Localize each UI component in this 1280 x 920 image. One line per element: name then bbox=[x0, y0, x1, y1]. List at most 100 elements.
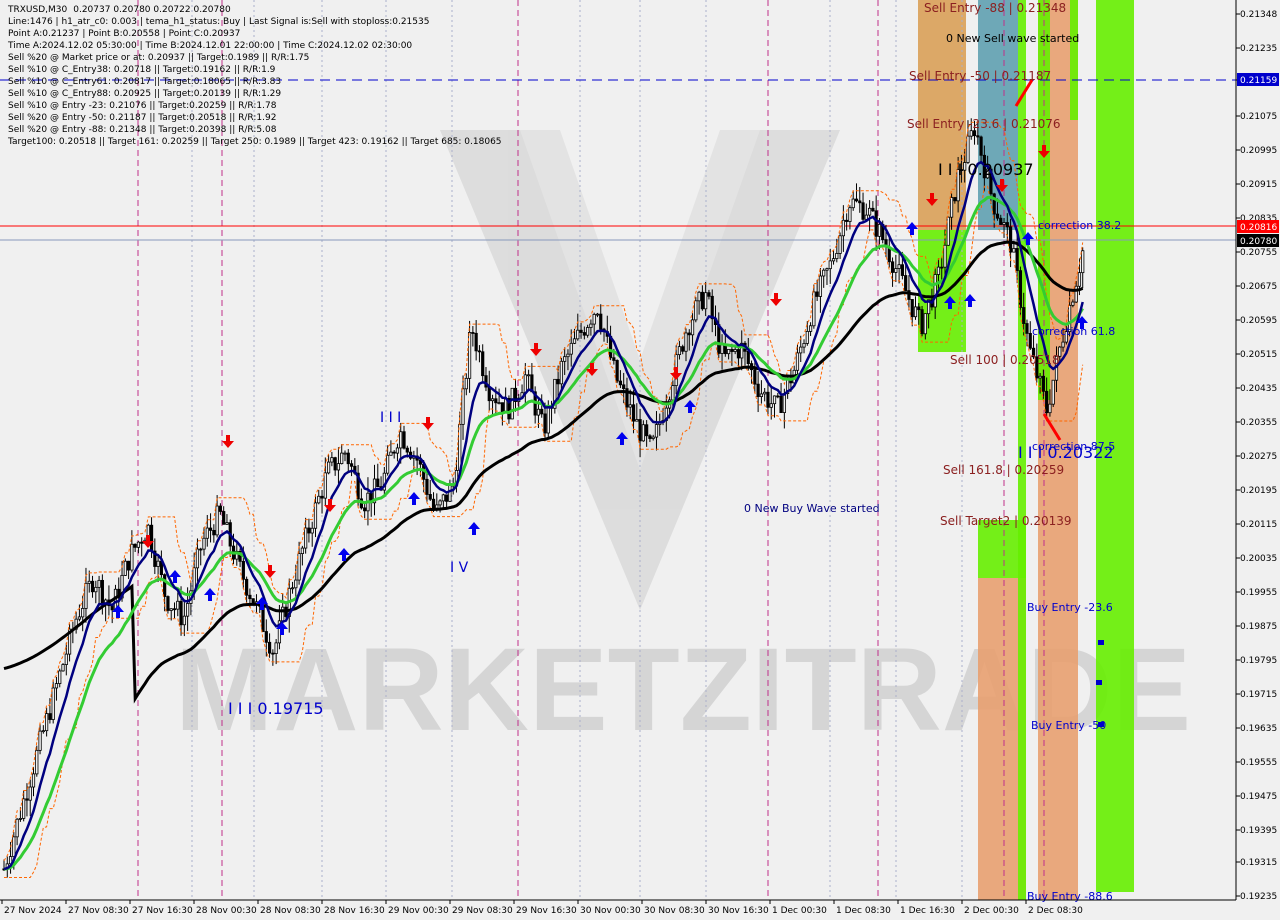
candle-body bbox=[176, 600, 180, 610]
info-line: Sell %20 @ Entry -88: 0.21348 || Target:… bbox=[8, 125, 277, 135]
info-line: Target100: 0.20518 || Target 161: 0.2025… bbox=[7, 137, 502, 147]
candle-body bbox=[845, 219, 849, 222]
candle-body bbox=[540, 408, 544, 415]
candle-body bbox=[474, 332, 478, 352]
x-tick-label: 1 Dec 16:30 bbox=[900, 906, 955, 916]
candle-body bbox=[349, 463, 354, 467]
candle-body bbox=[838, 235, 842, 254]
candle-body bbox=[730, 349, 734, 352]
candle-body bbox=[802, 343, 806, 348]
candle-body bbox=[363, 507, 367, 512]
candle-body bbox=[166, 596, 170, 611]
y-tick-label: 0.19635 bbox=[1240, 724, 1277, 734]
candle-body bbox=[471, 332, 475, 334]
candle-body bbox=[290, 587, 295, 590]
new-buy-wave-label: 0 New Buy Wave started bbox=[744, 502, 880, 515]
candle-body bbox=[868, 207, 872, 216]
candle-body bbox=[710, 295, 714, 320]
candle-body bbox=[81, 608, 85, 618]
candle-body bbox=[94, 586, 98, 593]
candle-body bbox=[933, 274, 937, 308]
candle-body bbox=[336, 463, 341, 471]
candle-body bbox=[41, 730, 45, 733]
candle-body bbox=[310, 527, 314, 534]
candle-body bbox=[340, 452, 344, 464]
candle-body bbox=[851, 198, 855, 209]
y-tick-label: 0.20675 bbox=[1240, 282, 1277, 292]
candle-body bbox=[946, 216, 950, 246]
candle-body bbox=[641, 424, 645, 442]
candle-body bbox=[976, 135, 980, 138]
x-tick-label: 30 Nov 08:30 bbox=[644, 906, 705, 916]
candle-body bbox=[559, 360, 563, 385]
candle-body bbox=[576, 329, 580, 340]
candle-body bbox=[494, 398, 498, 404]
symbol-ohlc: TRXUSD,M30 0.20737 0.20780 0.20722 0.2078… bbox=[7, 5, 231, 15]
candle-body bbox=[97, 579, 101, 588]
candle-body bbox=[527, 374, 531, 377]
y-tick-label: 0.19475 bbox=[1240, 792, 1277, 802]
candle-body bbox=[923, 313, 927, 335]
candle-body bbox=[936, 266, 941, 275]
candle-body bbox=[1038, 375, 1042, 379]
candle-body bbox=[441, 494, 445, 502]
x-tick-label: 29 Nov 08:30 bbox=[452, 906, 513, 916]
y-tick-label: 0.19395 bbox=[1240, 826, 1277, 836]
candle-body bbox=[481, 351, 485, 377]
candle-body bbox=[874, 210, 878, 237]
info-line: Sell %10 @ C_Entry61: 0.20817 || Target:… bbox=[8, 77, 281, 87]
x-tick-label: 27 Nov 08:30 bbox=[68, 906, 129, 916]
candle-body bbox=[431, 498, 436, 509]
candle-body bbox=[687, 332, 691, 336]
candle-body bbox=[822, 269, 826, 277]
candle-body bbox=[281, 606, 285, 622]
candle-body bbox=[248, 594, 252, 600]
candle-body bbox=[953, 197, 957, 202]
candle-body bbox=[615, 360, 619, 382]
x-tick-label: 2 Dec 08:30 bbox=[1028, 906, 1083, 916]
zone-rect bbox=[1070, 0, 1078, 120]
candle-body bbox=[681, 346, 685, 352]
candle-body bbox=[156, 560, 160, 567]
blue-price-tag: 0.21159 bbox=[1240, 76, 1277, 86]
price-axis: 0.21348 0.21235 0.21159 0.21075 0.20995 0.209… bbox=[1235, 0, 1277, 902]
candle-body bbox=[772, 395, 777, 405]
level-c-label: I I I 0.20937 bbox=[938, 160, 1034, 179]
x-tick-label: 2 Dec 00:30 bbox=[964, 906, 1019, 916]
y-tick-label: 0.20515 bbox=[1240, 350, 1277, 360]
candle-body bbox=[835, 253, 839, 260]
candle-body bbox=[848, 207, 852, 222]
candle-body bbox=[126, 560, 131, 571]
candle-body bbox=[304, 527, 308, 549]
y-tick-label: 0.19875 bbox=[1240, 622, 1277, 632]
candle-body bbox=[818, 275, 823, 297]
x-tick-label: 27 Nov 16:30 bbox=[132, 906, 193, 916]
candle-body bbox=[399, 431, 403, 449]
candle-body bbox=[123, 560, 127, 576]
x-tick-label: 28 Nov 00:30 bbox=[196, 906, 257, 916]
candle-body bbox=[477, 350, 482, 353]
candle-body bbox=[523, 374, 527, 394]
candle-body bbox=[64, 653, 68, 665]
candle-body bbox=[628, 404, 632, 408]
y-tick-label: 0.20995 bbox=[1240, 146, 1277, 156]
candle-body bbox=[182, 615, 186, 626]
candle-body bbox=[979, 136, 983, 156]
candle-body bbox=[795, 352, 800, 371]
candle-body bbox=[1002, 222, 1006, 225]
correction-38-label: correction 38.2 bbox=[1038, 219, 1121, 232]
candle-body bbox=[140, 541, 144, 544]
x-tick-label: 28 Nov 16:30 bbox=[324, 906, 385, 916]
candle-body bbox=[1015, 248, 1019, 272]
candle-body bbox=[448, 484, 452, 502]
candle-body bbox=[697, 291, 701, 302]
candle-body bbox=[61, 664, 65, 672]
candle-body bbox=[546, 405, 550, 434]
x-tick-label: 1 Dec 08:30 bbox=[836, 906, 891, 916]
candle-body bbox=[172, 608, 177, 611]
price-tags: 0.21159 0.20816 0.20780 bbox=[1237, 73, 1279, 247]
candle-body bbox=[871, 207, 875, 212]
candle-body bbox=[405, 447, 409, 453]
new-sell-wave-label: 0 New Sell wave started bbox=[946, 32, 1079, 45]
candle-body bbox=[445, 494, 449, 502]
